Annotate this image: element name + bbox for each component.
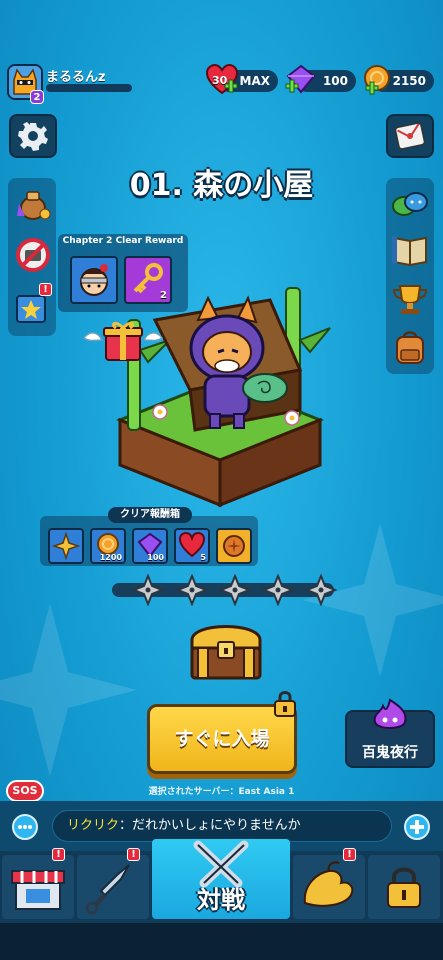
shop-icon [11, 870, 65, 910]
nav-battle-label: 対戦 [197, 886, 245, 914]
ninja-girl-icon [80, 264, 108, 296]
shop-alert-badge: ! [52, 848, 65, 861]
mail-button[interactable] [386, 114, 434, 158]
gift-icon[interactable] [80, 318, 166, 364]
stage-title: 01. 森の小屋 [129, 168, 314, 203]
gems-count: 100 [322, 74, 348, 88]
player-name: まるるんz [46, 70, 106, 85]
clear-hearts-count: 5 [200, 553, 206, 562]
reward-key[interactable]: 2 [124, 256, 172, 304]
chat-sender: リクリク [67, 818, 120, 833]
reward-ninja-avatar[interactable] [70, 256, 118, 304]
no-ads-icon[interactable] [14, 236, 52, 274]
progress-shuriken-icon [132, 574, 164, 606]
clear-reward-coins[interactable]: 1200 [90, 528, 126, 564]
weapons-alert-badge: ! [127, 848, 140, 861]
shuriken-bg-icon [0, 603, 137, 777]
plus-icon [410, 820, 424, 834]
key-count: 2 [160, 290, 167, 301]
medal-icon [223, 535, 245, 557]
progress-shuriken-icon [305, 574, 337, 606]
night-parade-label: 百鬼夜行 [362, 745, 418, 761]
ghost-flame-icon [373, 698, 407, 729]
hearts-count: 30 [212, 74, 228, 87]
progress-shuriken-icon [176, 574, 208, 606]
nav-battle[interactable]: 対戦 [152, 839, 290, 919]
trophy-icon[interactable] [390, 282, 430, 318]
shuriken-icon [51, 531, 81, 561]
night-parade-button[interactable]: 百鬼夜行 [345, 698, 435, 768]
chat-open-button[interactable] [12, 814, 38, 840]
server-selection-text[interactable]: 選択されたサーバー：East Asia 1 [0, 784, 443, 797]
progress-shuriken-icon [262, 574, 294, 606]
coin-icon [364, 65, 390, 95]
clear-coins-count: 1200 [99, 553, 122, 562]
xp-bar [46, 84, 132, 92]
flexed-arm-icon [303, 861, 354, 907]
chat-bubble-icon [18, 825, 32, 829]
chat-message-field[interactable]: リクリク：だれかいしょにやりませんか [52, 810, 392, 842]
training-alert-badge: ! [343, 848, 356, 861]
chapter-reward-panel: Chapter 2 Clear Reward 2 [58, 234, 188, 312]
event-alert-badge: ! [39, 283, 52, 296]
chat-message: ：だれかいしょにやりませんか [119, 818, 301, 833]
chapter-reward-label: Chapter 2 Clear Reward [62, 236, 184, 246]
hearts-max-label: MAX [239, 74, 270, 88]
coins-count: 2150 [392, 74, 426, 88]
clear-reward-gems[interactable]: 100 [132, 528, 168, 564]
book-icon[interactable] [390, 232, 430, 268]
kunai-icon [85, 864, 130, 915]
nav-locked[interactable] [368, 855, 440, 919]
settings-button[interactable] [9, 114, 57, 158]
bottom-nav: ! ! 対戦 ! [0, 839, 443, 923]
bottom-strip [0, 923, 443, 960]
stage-illustration [115, 287, 331, 508]
nav-training[interactable] [293, 855, 365, 919]
nav-shop[interactable] [2, 855, 74, 919]
player-level-badge: 2 [30, 90, 44, 104]
clear-reward-hearts[interactable]: 5 [174, 528, 210, 564]
progress-shuriken-icon [219, 574, 251, 606]
clear-reward-shuriken[interactable] [48, 528, 84, 564]
lock-icon [387, 867, 421, 908]
gear-icon [18, 122, 48, 151]
chat-add-button[interactable] [404, 814, 430, 840]
backpack-icon[interactable] [390, 328, 430, 366]
clear-reward-medal[interactable] [216, 528, 252, 564]
clear-gems-count: 100 [147, 553, 164, 562]
lock-icon [274, 691, 296, 717]
sos-button[interactable]: SOS [6, 780, 44, 802]
treasure-chest-icon[interactable] [188, 618, 264, 682]
clear-reward-label: クリア報酬箱 [108, 507, 192, 523]
nav-weapons[interactable] [77, 855, 149, 919]
gem-icon [285, 64, 316, 94]
mail-icon [394, 122, 426, 150]
top-bar: 2 まるるんz MAX 30 100 2150 [0, 58, 443, 108]
